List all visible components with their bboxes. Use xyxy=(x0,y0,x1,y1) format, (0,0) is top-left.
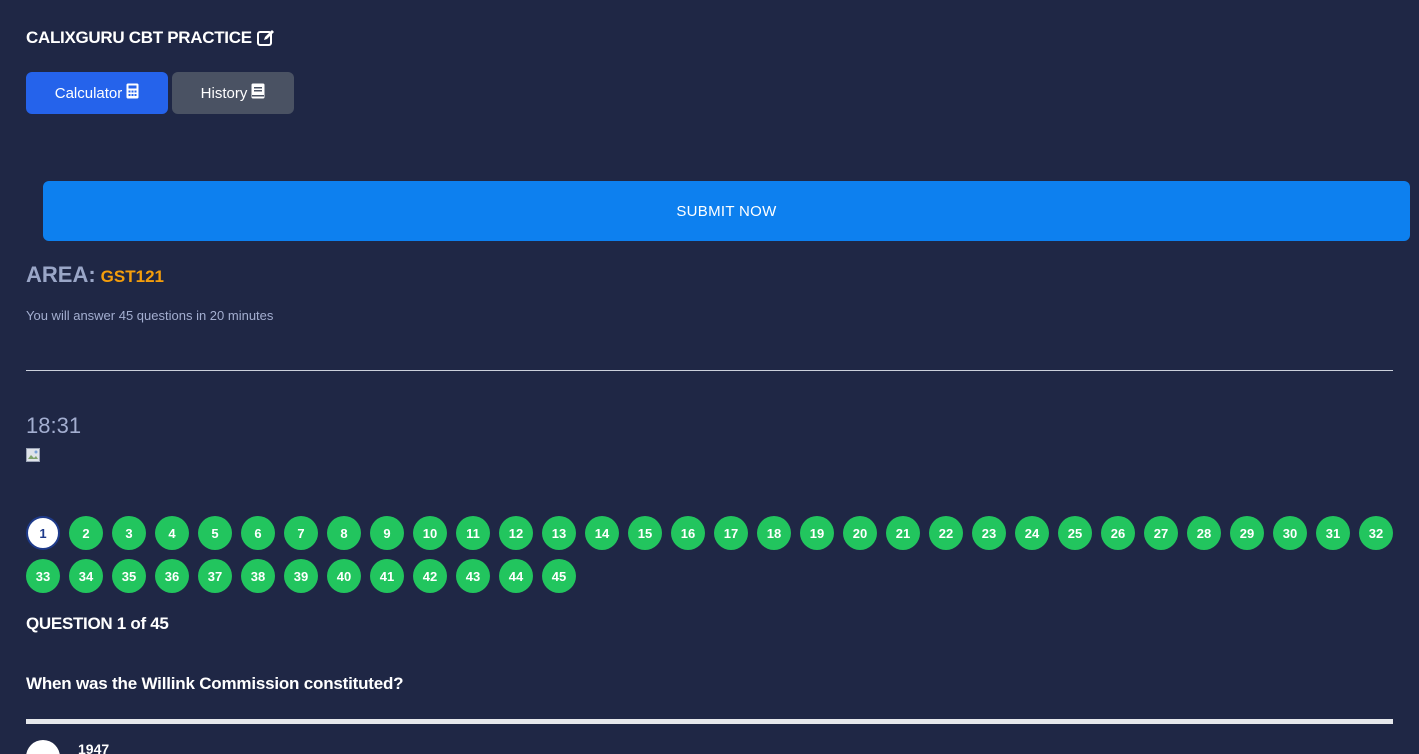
option-radio[interactable] xyxy=(26,740,60,754)
question-nav-button[interactable]: 43 xyxy=(456,559,490,593)
question-nav-button[interactable]: 32 xyxy=(1359,516,1393,550)
option-item[interactable]: 1947 xyxy=(26,740,109,754)
question-nav-button[interactable]: 30 xyxy=(1273,516,1307,550)
question-nav-button[interactable]: 13 xyxy=(542,516,576,550)
question-text: When was the Willink Commission constitu… xyxy=(26,674,404,693)
question-nav-button[interactable]: 2 xyxy=(69,516,103,550)
question-nav-button[interactable]: 6 xyxy=(241,516,275,550)
question-nav-button[interactable]: 16 xyxy=(671,516,705,550)
edit-icon[interactable] xyxy=(256,28,276,48)
question-nav-button[interactable]: 12 xyxy=(499,516,533,550)
question-nav-button[interactable]: 17 xyxy=(714,516,748,550)
question-nav-button[interactable]: 24 xyxy=(1015,516,1049,550)
history-label: History xyxy=(200,84,248,102)
area-label: AREA: xyxy=(26,262,96,287)
title-text: CALIXGURU CBT PRACTICE xyxy=(26,28,252,47)
question-nav-button[interactable]: 11 xyxy=(456,516,490,550)
question-nav-button[interactable]: 29 xyxy=(1230,516,1264,550)
question-nav-button[interactable]: 34 xyxy=(69,559,103,593)
question-nav-button[interactable]: 36 xyxy=(155,559,189,593)
page: CALIXGURU CBT PRACTICE Calculator Histor… xyxy=(0,0,1419,754)
question-nav-button[interactable]: 9 xyxy=(370,516,404,550)
question-nav-button[interactable]: 14 xyxy=(585,516,619,550)
question-nav-button[interactable]: 25 xyxy=(1058,516,1092,550)
history-button[interactable]: History xyxy=(172,72,294,114)
question-nav-button[interactable]: 8 xyxy=(327,516,361,550)
question-nav-button[interactable]: 7 xyxy=(284,516,318,550)
page-title: CALIXGURU CBT PRACTICE xyxy=(26,28,276,48)
question-nav-button[interactable]: 10 xyxy=(413,516,447,550)
question-nav-button[interactable]: 4 xyxy=(155,516,189,550)
question-nav-row: 1 2 3 4 5 6 7 8 9 10 11 12 13 14 15 16 17 18 19 20 21 22 23 24 2… xyxy=(26,516,1406,550)
timer: 18:31 xyxy=(26,413,82,438)
area-value: GST121 xyxy=(100,267,164,286)
question-nav-button[interactable]: 20 xyxy=(843,516,877,550)
question-nav-button[interactable]: 33 xyxy=(26,559,60,593)
question-nav-button[interactable]: 45 xyxy=(542,559,576,593)
calculator-button[interactable]: Calculator xyxy=(26,72,168,114)
option-label: 1947 xyxy=(78,741,110,754)
question-nav-button[interactable]: 41 xyxy=(370,559,404,593)
question-nav-button[interactable]: 26 xyxy=(1101,516,1135,550)
question-nav-button[interactable]: 35 xyxy=(112,559,146,593)
question-divider xyxy=(26,719,1393,724)
question-nav-button[interactable]: 22 xyxy=(929,516,963,550)
calculator-icon xyxy=(126,83,139,103)
broken-image-icon xyxy=(26,448,40,462)
question-nav-button[interactable]: 5 xyxy=(198,516,232,550)
question-nav-button[interactable]: 28 xyxy=(1187,516,1221,550)
divider xyxy=(26,370,1393,371)
question-counter: QUESTION 1 of 45 xyxy=(26,614,169,633)
calculator-label: Calculator xyxy=(54,84,123,102)
question-nav-button[interactable]: 40 xyxy=(327,559,361,593)
question-navigator: 1 2 3 4 5 6 7 8 9 10 11 12 13 14 15 16 17 18 19 20 21 22 23 24 2… xyxy=(26,516,1406,602)
area-heading: AREA: GST121 xyxy=(26,262,164,288)
question-nav-button[interactable]: 18 xyxy=(757,516,791,550)
toolbar: Calculator History xyxy=(26,72,294,114)
question-nav-button[interactable]: 37 xyxy=(198,559,232,593)
book-icon xyxy=(251,83,265,103)
question-nav-button[interactable]: 1 xyxy=(26,516,60,550)
question-nav-button[interactable]: 27 xyxy=(1144,516,1178,550)
question-nav-row: 33 34 35 36 37 38 39 40 41 42 43 44 45 xyxy=(26,559,1406,593)
question-nav-button[interactable]: 3 xyxy=(112,516,146,550)
question-nav-button[interactable]: 23 xyxy=(972,516,1006,550)
question-nav-button[interactable]: 31 xyxy=(1316,516,1350,550)
question-nav-button[interactable]: 21 xyxy=(886,516,920,550)
question-nav-button[interactable]: 39 xyxy=(284,559,318,593)
question-nav-button[interactable]: 44 xyxy=(499,559,533,593)
question-nav-button[interactable]: 19 xyxy=(800,516,834,550)
question-nav-button[interactable]: 15 xyxy=(628,516,662,550)
exam-info: You will answer 45 questions in 20 minut… xyxy=(26,308,274,323)
question-nav-button[interactable]: 42 xyxy=(413,559,447,593)
question-nav-button[interactable]: 38 xyxy=(241,559,275,593)
submit-button[interactable]: SUBMIT NOW xyxy=(43,181,1410,241)
